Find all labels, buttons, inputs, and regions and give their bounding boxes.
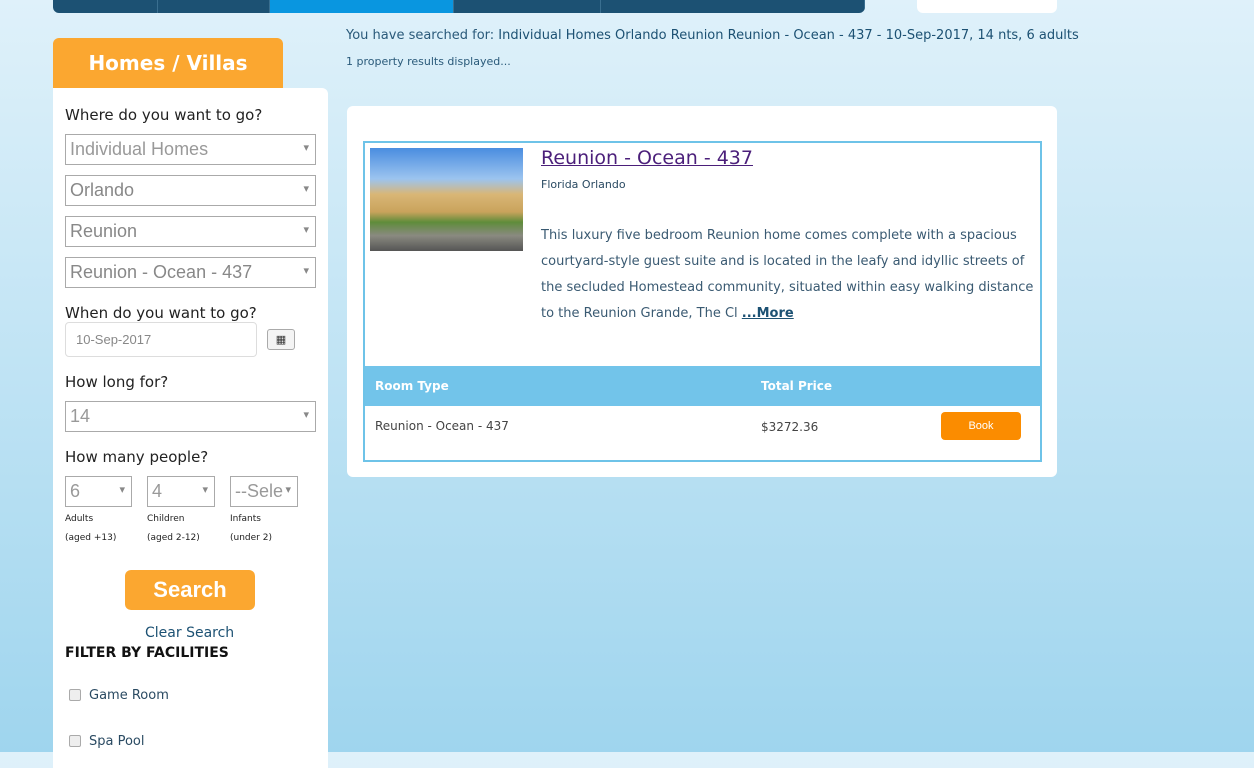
- clear-search-link[interactable]: Clear Search: [145, 625, 234, 641]
- resort-select[interactable]: Reunion: [65, 216, 316, 247]
- children-sub: (aged 2-12): [147, 533, 200, 543]
- col-room-type: Room Type: [375, 379, 449, 393]
- property-location: Florida Orlando: [541, 178, 626, 191]
- infants-sub: (under 2): [230, 533, 272, 543]
- book-button[interactable]: Book: [941, 412, 1021, 440]
- col-total-price: Total Price: [761, 379, 833, 393]
- top-nav: [53, 0, 865, 13]
- adults-select[interactable]: 6: [65, 476, 132, 507]
- adults-label: Adults: [65, 514, 94, 524]
- summary-value: Individual Homes Orlando Reunion Reunion…: [498, 28, 1079, 43]
- city-select[interactable]: Orlando: [65, 175, 316, 206]
- property-title-link[interactable]: Reunion - Ocean - 437: [541, 147, 753, 169]
- calendar-icon[interactable]: ▦: [267, 329, 295, 350]
- result-count: 1 property results displayed...: [346, 55, 511, 68]
- spa-pool-label: Spa Pool: [89, 734, 145, 749]
- property-result: Reunion - Ocean - 437 Florida Orlando Th…: [363, 141, 1042, 462]
- adults-sub: (aged +13): [65, 533, 117, 543]
- date-input[interactable]: 10-Sep-2017: [65, 322, 257, 357]
- howlong-label: How long for?: [65, 373, 169, 391]
- property-select[interactable]: Reunion - Ocean - 437: [65, 257, 316, 288]
- spa-pool-checkbox[interactable]: [69, 735, 81, 747]
- where-label: Where do you want to go?: [65, 106, 263, 124]
- property-image[interactable]: [370, 148, 523, 251]
- nav-item[interactable]: [454, 0, 601, 13]
- nav-item-active[interactable]: [270, 0, 454, 13]
- game-room-label: Game Room: [89, 688, 169, 703]
- more-link[interactable]: ...More: [742, 306, 794, 321]
- infants-label: Infants: [230, 514, 261, 524]
- nav-item[interactable]: [158, 0, 270, 13]
- filter-title: FILTER BY FACILITIES: [65, 645, 229, 661]
- search-summary: You have searched for: Individual Homes …: [346, 28, 1079, 43]
- game-room-checkbox[interactable]: [69, 689, 81, 701]
- property-description: This luxury five bedroom Reunion home co…: [541, 223, 1046, 327]
- when-label: When do you want to go?: [65, 304, 257, 322]
- people-label: How many people?: [65, 448, 209, 466]
- sidebar-tab[interactable]: Homes / Villas: [53, 38, 283, 88]
- type-select[interactable]: Individual Homes: [65, 134, 316, 165]
- table-header: Room Type Total Price: [365, 366, 1040, 406]
- search-sidebar: Where do you want to go? Individual Home…: [53, 88, 328, 768]
- search-button[interactable]: Search: [125, 570, 255, 610]
- room-type-cell: Reunion - Ocean - 437: [375, 419, 509, 433]
- top-right-box[interactable]: [917, 0, 1057, 13]
- nav-item[interactable]: [601, 0, 865, 13]
- children-label: Children: [147, 514, 185, 524]
- price-cell: $3272.36: [761, 420, 819, 434]
- children-select[interactable]: 4: [147, 476, 215, 507]
- nights-select[interactable]: 14: [65, 401, 316, 432]
- nav-item[interactable]: [53, 0, 158, 13]
- results-card: Reunion - Ocean - 437 Florida Orlando Th…: [347, 106, 1057, 477]
- infants-select[interactable]: --Sele: [230, 476, 298, 507]
- summary-prefix: You have searched for:: [346, 28, 499, 43]
